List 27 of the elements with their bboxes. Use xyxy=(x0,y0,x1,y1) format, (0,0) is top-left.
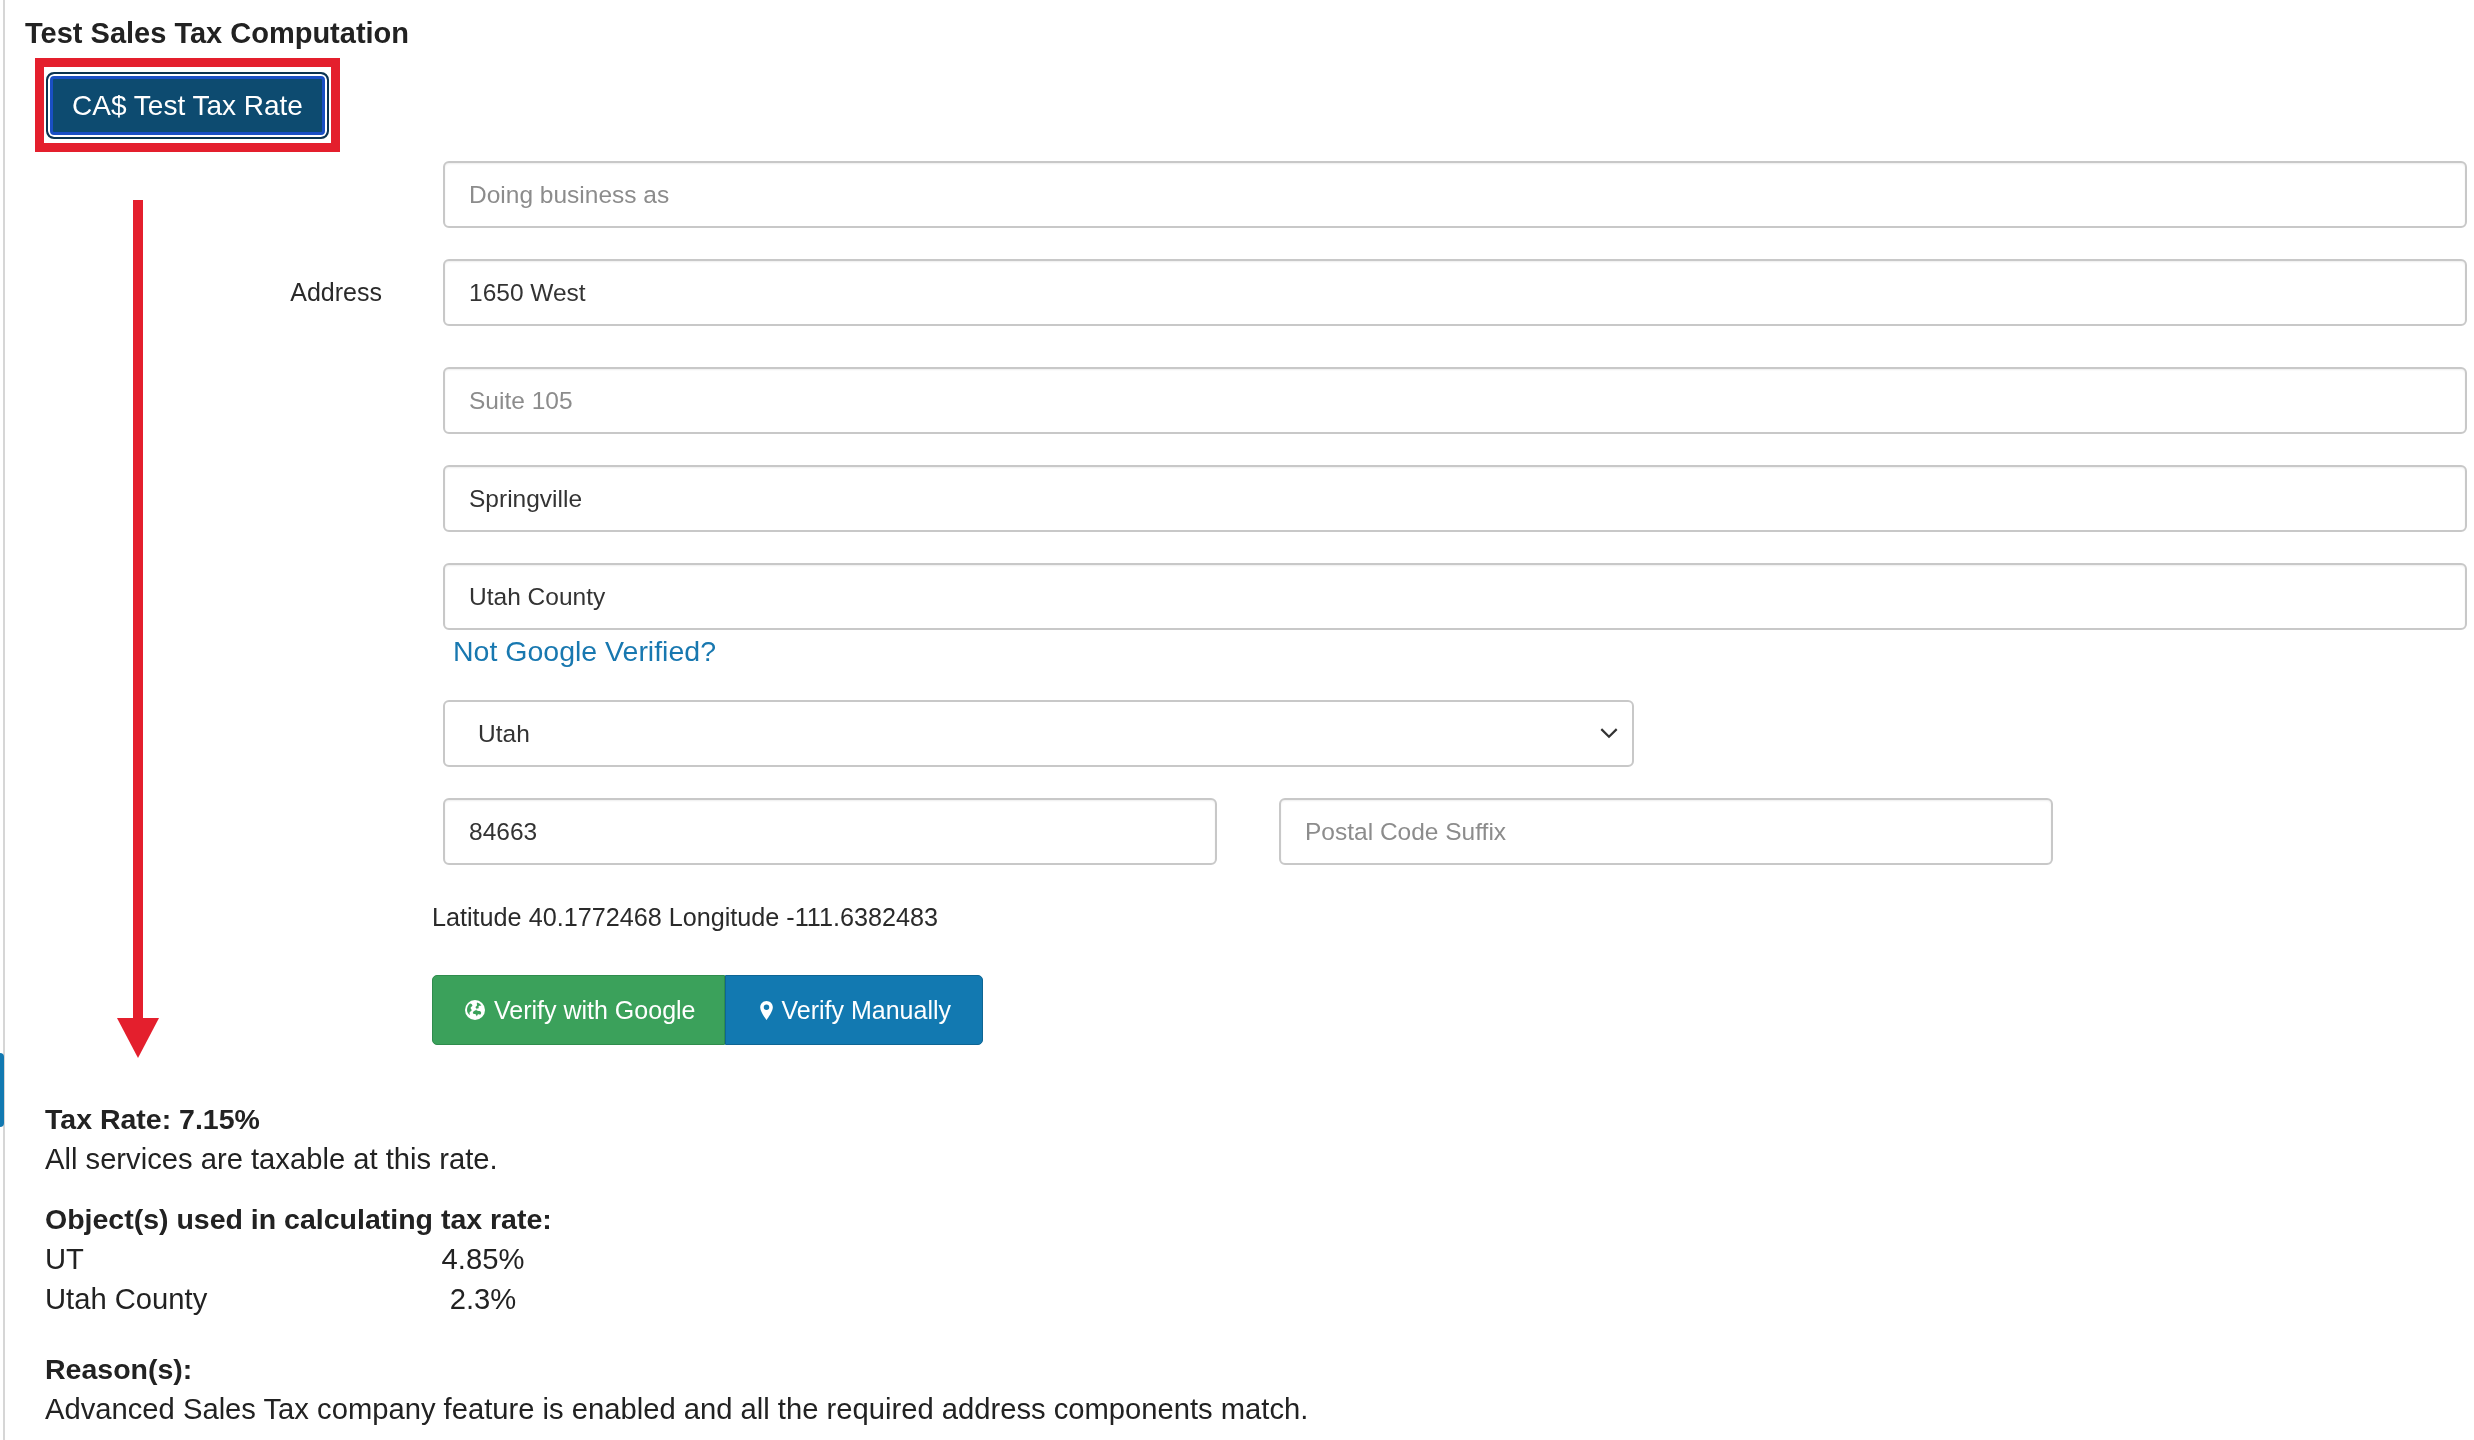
input-field[interactable]: 1650 West xyxy=(443,259,2467,326)
not-verified-link[interactable]: Not Google Verified? xyxy=(453,634,716,668)
reasons-heading: Reason(s): xyxy=(45,1352,193,1387)
input-field[interactable]: Doing business as xyxy=(443,161,2467,228)
postal-suffix-field[interactable]: Postal Code Suffix xyxy=(1279,798,2053,865)
globe-icon xyxy=(465,1000,485,1020)
input-field[interactable]: Springville xyxy=(443,465,2467,532)
tax-rate-heading: Tax Rate: 7.15% xyxy=(45,1102,260,1137)
address-label: Address xyxy=(290,278,382,307)
object-name-cell-text: Utah County xyxy=(45,1282,208,1317)
object-rate-cell-text: 2.3% xyxy=(449,1282,517,1317)
reason-text: Advanced Sales Tax company feature is enabled and all the required address components match. xyxy=(45,1392,1309,1427)
objects-heading: Object(s) used in calculating tax rate: xyxy=(45,1202,552,1237)
state-select[interactable]: Utah xyxy=(443,700,1634,767)
input-field[interactable]: Utah County xyxy=(443,563,2467,630)
object-name-cell-text: UT xyxy=(45,1242,84,1277)
map-pin-icon xyxy=(759,1000,773,1020)
object-rate-cell-text: 4.85% xyxy=(441,1242,525,1277)
postal-code-field[interactable]: 84663 xyxy=(443,798,1217,865)
manual-verify-button[interactable]: Verify Manually xyxy=(724,975,984,1045)
input-field[interactable]: Suite 105 xyxy=(443,367,2467,434)
taxability-note: All services are taxable at this rate. xyxy=(45,1142,498,1177)
test-tax-rate-button[interactable]: CA$ Test Tax Rate xyxy=(46,72,329,139)
coordinates-text: Latitude 40.1772468 Longitude -111.6382483 xyxy=(432,902,939,933)
chevron-down-icon xyxy=(1600,728,1618,739)
edge-tab[interactable] xyxy=(0,1053,4,1127)
page-title: Test Sales Tax Computation xyxy=(24,16,410,50)
